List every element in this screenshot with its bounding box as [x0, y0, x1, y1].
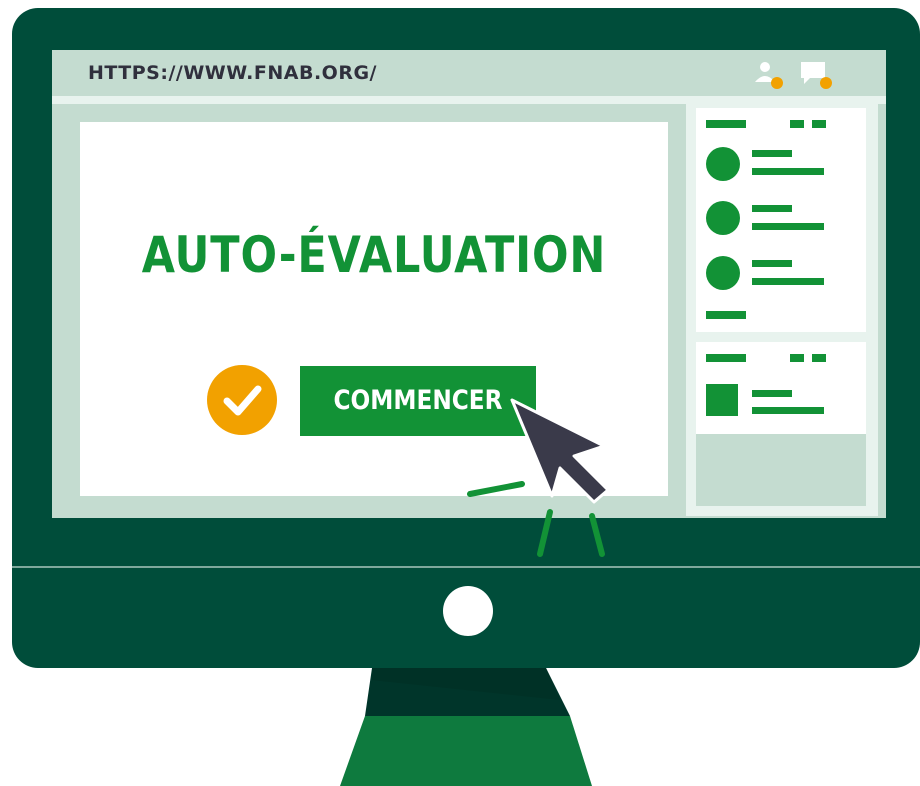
check-icon	[223, 385, 262, 416]
widget-header-dash	[790, 354, 804, 362]
widget-header-dash	[812, 120, 826, 128]
start-button[interactable]: COMMENCER	[300, 366, 536, 436]
widget-header-bar	[706, 120, 746, 128]
page-title: AUTO-ÉVALUATION	[141, 226, 607, 284]
list-item-avatar	[706, 147, 740, 181]
sidebar-empty-area	[696, 434, 866, 506]
card-line	[752, 407, 824, 414]
list-item-line	[752, 223, 824, 230]
list-item-line	[752, 260, 792, 267]
list-item-line	[752, 168, 824, 175]
user-notification-icon[interactable]	[752, 58, 786, 92]
list-item-avatar	[706, 256, 740, 290]
status-badge	[207, 365, 277, 435]
card-thumbnail	[706, 384, 738, 416]
monitor-chin-divider	[12, 566, 920, 568]
widget-header-dash	[812, 354, 826, 362]
chat-notification-icon[interactable]	[798, 58, 836, 92]
start-button-label: COMMENCER	[333, 385, 503, 416]
list-item-line	[752, 150, 792, 157]
widget-footer-bar	[706, 311, 746, 319]
widget-header-dash	[790, 120, 804, 128]
power-button[interactable]	[443, 586, 493, 636]
widget-header-bar	[706, 354, 746, 362]
list-item-line	[752, 278, 824, 285]
list-item-line	[752, 205, 792, 212]
list-item-avatar	[706, 201, 740, 235]
card-line	[752, 390, 792, 397]
url-text: HTTPS://WWW.FNAB.ORG/	[88, 62, 377, 84]
content-panel	[80, 122, 668, 496]
